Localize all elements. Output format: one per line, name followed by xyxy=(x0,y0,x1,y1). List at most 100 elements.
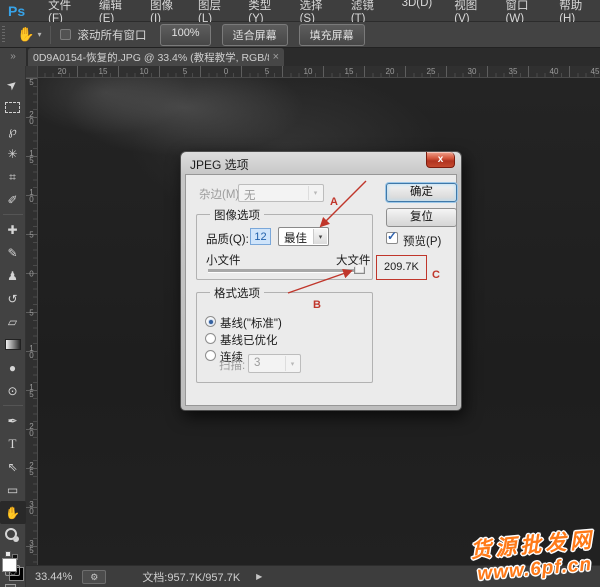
horizontal-ruler: 2015105051015202530354045 xyxy=(26,66,600,78)
screen-mode-icon[interactable] xyxy=(0,580,26,587)
scroll-all-windows-checkbox[interactable] xyxy=(60,29,71,40)
brush-tool[interactable]: ✎ xyxy=(0,241,26,264)
menu-item[interactable]: 选择(S) xyxy=(289,0,340,25)
history-brush-tool[interactable]: ↺ xyxy=(0,287,26,310)
tool-separator[interactable] xyxy=(0,211,26,218)
zoom-preset-button[interactable]: 适合屏幕 xyxy=(222,24,288,46)
crop-tool[interactable]: ⌗ xyxy=(0,165,26,188)
close-icon[interactable]: x xyxy=(426,152,455,168)
document-tab-title: 0D9A0154-恢复的.JPG @ 33.4% (教程教学, RGB/8) * xyxy=(33,50,269,65)
dialog-body: 杂边(M): 无 ▾ 确定 复位 图像选项 品质(Q): 12 最佳 ▾ 小文件… xyxy=(185,174,457,406)
menu-item[interactable]: 视图(V) xyxy=(443,0,494,25)
shape-tool[interactable]: ▭ xyxy=(0,478,26,501)
file-size-value: 209.7K xyxy=(376,255,427,280)
hand-tool[interactable]: ✋ xyxy=(0,501,26,524)
menu-item[interactable]: 滤镜(T) xyxy=(340,0,391,25)
ruler-number: 15 xyxy=(99,67,108,76)
radio-icon[interactable] xyxy=(205,333,216,344)
type-tool[interactable]: T xyxy=(0,432,26,455)
ruler-number: 20 xyxy=(27,110,36,124)
matte-label: 杂边(M): xyxy=(199,186,242,202)
chevron-down-icon: ▾ xyxy=(313,229,327,244)
options-bar: ✋ ▾ 滚动所有窗口 100%适合屏幕填充屏幕 xyxy=(0,22,600,48)
menu-item[interactable]: 帮助(H) xyxy=(548,0,600,25)
menu-item[interactable]: 图层(L) xyxy=(187,0,237,25)
menu-item[interactable]: 3D(D) xyxy=(391,0,444,25)
swap-colors-icon[interactable] xyxy=(5,551,21,554)
hand-tool-icon[interactable]: ✋ xyxy=(17,26,34,43)
small-file-label: 小文件 xyxy=(206,252,241,268)
lasso-tool[interactable]: ℘ xyxy=(0,119,26,142)
preview-checkbox[interactable]: ✓ xyxy=(386,232,398,244)
document-size-info[interactable]: 文档:957.7K/957.7K xyxy=(142,569,240,585)
preview-label: 预览(P) xyxy=(403,233,441,249)
quality-slider-track[interactable] xyxy=(208,269,365,272)
status-expander-icon[interactable]: ▶ xyxy=(256,572,262,581)
menu-item[interactable]: 窗口(W) xyxy=(495,0,549,25)
ruler-number: 15 xyxy=(27,149,36,163)
eraser-tool[interactable]: ▱ xyxy=(0,310,26,333)
ruler-number: 10 xyxy=(27,344,36,358)
ok-button[interactable]: 确定 xyxy=(386,183,457,202)
radio-icon[interactable] xyxy=(205,316,216,327)
close-icon[interactable]: × xyxy=(273,51,279,63)
matte-dropdown: 无 ▾ xyxy=(238,184,324,202)
chevron-down-icon: ▾ xyxy=(285,356,299,371)
gear-icon[interactable]: ⚙ xyxy=(82,570,106,584)
jpeg-options-dialog: JPEG 选项 x 杂边(M): 无 ▾ 确定 复位 图像选项 品质(Q): 1… xyxy=(180,151,462,411)
ruler-number: 45 xyxy=(591,67,600,76)
ruler-number: 10 xyxy=(304,67,313,76)
document-tab[interactable]: 0D9A0154-恢复的.JPG @ 33.4% (教程教学, RGB/8) *… xyxy=(28,48,284,66)
dodge-tool[interactable]: ⊙ xyxy=(0,379,26,402)
ruler-number: 10 xyxy=(140,67,149,76)
quality-input[interactable]: 12 xyxy=(250,228,271,245)
ruler-number: 0 xyxy=(27,270,36,277)
chevron-down-icon[interactable]: ▾ xyxy=(37,30,41,39)
tool-separator[interactable] xyxy=(0,402,26,409)
move-tool[interactable]: ➤ xyxy=(0,73,26,96)
ruler-number: 15 xyxy=(27,383,36,397)
zoom-level-field[interactable]: 33.44% xyxy=(35,571,72,583)
scans-value: 3 xyxy=(254,357,260,369)
blur-tool[interactable]: ● xyxy=(0,356,26,379)
healing-brush-tool[interactable]: ✚ xyxy=(0,218,26,241)
quality-preset-value: 最佳 xyxy=(284,233,307,245)
ruler-number: 30 xyxy=(27,500,36,514)
image-options-legend: 图像选项 xyxy=(210,207,264,223)
format-options-legend: 格式选项 xyxy=(210,285,264,301)
foreground-color-swatch[interactable] xyxy=(2,558,17,572)
marquee-tool[interactable] xyxy=(0,96,26,119)
ruler-number: 5 xyxy=(265,67,269,76)
eyedropper-tool[interactable]: ✐ xyxy=(0,188,26,211)
matte-value: 无 xyxy=(244,190,256,202)
menu-item[interactable]: 图像(I) xyxy=(139,0,187,25)
zoom-tool[interactable] xyxy=(0,524,26,547)
ruler-number: 20 xyxy=(58,67,67,76)
zoom-preset-button[interactable]: 100% xyxy=(160,24,210,46)
menu-item[interactable]: 文件(F) xyxy=(37,0,88,25)
ruler-number: 20 xyxy=(386,67,395,76)
format-radio-row[interactable]: 基线已优化 xyxy=(197,332,372,346)
ruler-corner xyxy=(26,66,38,78)
format-radio-label: 基线已优化 xyxy=(220,332,278,348)
toolbox: ➤ ℘✳⌗✐ ✚✎♟↺▱ ●⊙ ✒T⇖▭✋ xyxy=(0,66,26,587)
gradient-tool[interactable] xyxy=(0,333,26,356)
toolbox-collapse-icon[interactable]: » xyxy=(0,48,26,66)
pen-tool[interactable]: ✒ xyxy=(0,409,26,432)
ruler-number: 5 xyxy=(27,309,36,316)
ruler-number: 35 xyxy=(509,67,518,76)
quality-preset-dropdown[interactable]: 最佳 ▾ xyxy=(278,227,329,246)
menu-item[interactable]: 编辑(E) xyxy=(88,0,139,25)
format-radio-row[interactable]: 基线("标准") xyxy=(197,315,372,329)
menu-item[interactable]: 类型(Y) xyxy=(237,0,288,25)
ruler-number: 25 xyxy=(27,461,36,475)
radio-icon[interactable] xyxy=(205,350,216,361)
quick-selection-tool[interactable]: ✳ xyxy=(0,142,26,165)
large-file-label: 大文件 xyxy=(336,252,371,268)
reset-button[interactable]: 复位 xyxy=(386,208,457,227)
clone-stamp-tool[interactable]: ♟ xyxy=(0,264,26,287)
dialog-title: JPEG 选项 xyxy=(181,152,461,174)
zoom-preset-button[interactable]: 填充屏幕 xyxy=(299,24,365,46)
path-selection-tool[interactable]: ⇖ xyxy=(0,455,26,478)
color-swatches[interactable] xyxy=(1,558,25,565)
